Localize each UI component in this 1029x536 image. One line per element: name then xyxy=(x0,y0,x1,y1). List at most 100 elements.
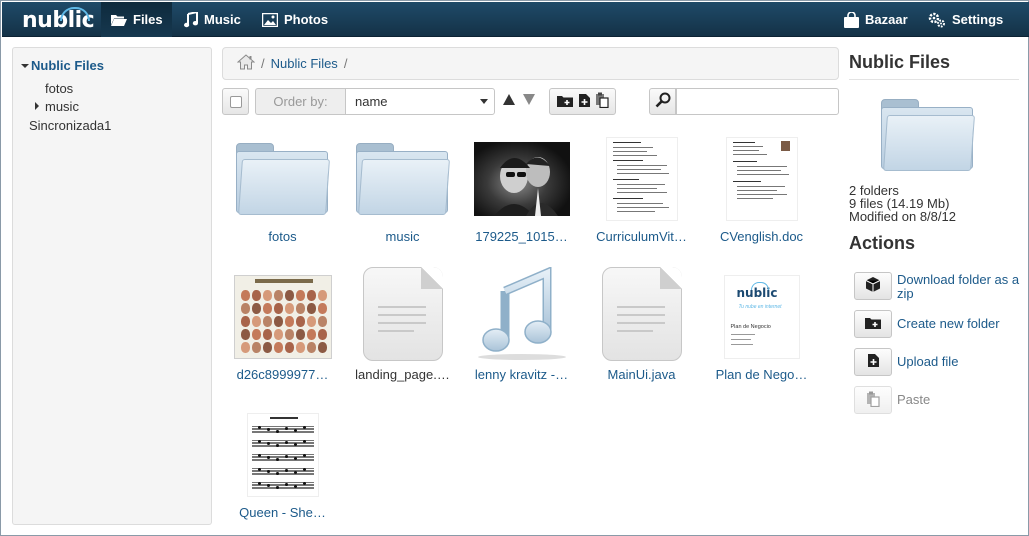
sheet-music-thumbnail xyxy=(231,413,334,497)
search-button[interactable] xyxy=(649,88,676,115)
file-name: Plan de Nego… xyxy=(715,367,808,382)
folder-icon xyxy=(351,137,454,221)
modified-date: Modified on 8/8/12 xyxy=(849,209,956,224)
photo-thumbnail xyxy=(470,137,573,221)
breadcrumb-separator: / xyxy=(343,56,348,71)
order-by-select[interactable]: name xyxy=(345,88,495,115)
search-icon xyxy=(655,92,671,111)
folder-open-icon xyxy=(110,13,127,27)
download-zip-label[interactable]: Download folder as a zip xyxy=(897,273,1023,301)
sort-descending-icon[interactable] xyxy=(523,94,535,105)
app-window: nublic Files Music Photos Bazaar Setting… xyxy=(0,0,1029,536)
music-note-icon xyxy=(470,267,573,361)
file-name: fotos xyxy=(268,229,297,244)
paste-button[interactable] xyxy=(854,386,892,414)
nav-settings[interactable]: Settings xyxy=(919,2,1012,37)
tree-item-label: fotos xyxy=(45,81,74,96)
nav-music-label: Music xyxy=(204,12,241,27)
nav-photos-label: Photos xyxy=(284,12,329,27)
top-navigation-bar: nublic Files Music Photos Bazaar Setting… xyxy=(2,2,1029,37)
nublic-logo[interactable]: nublic xyxy=(22,5,95,35)
tree-item-sincronizada1[interactable]: Sincronizada1 xyxy=(29,118,111,133)
folder-tree-sidebar: Nublic Files fotos music Sincronizada1 xyxy=(12,47,212,525)
file-name: lenny kravitz -… xyxy=(474,367,569,382)
file-tile[interactable]: landing_page.… xyxy=(345,267,460,387)
file-name: landing_page.… xyxy=(355,367,450,382)
file-name: d26c8999977… xyxy=(236,367,329,382)
nav-photos[interactable]: Photos xyxy=(253,2,337,37)
file-name: 179225_1015… xyxy=(475,229,568,244)
caret-right-icon[interactable] xyxy=(35,102,39,110)
file-tile[interactable]: nublic Tu nube en internet Plan de Negoc… xyxy=(704,275,819,395)
document-thumbnail xyxy=(590,137,693,221)
image-thumbnail xyxy=(231,275,334,359)
tree-item-label: Nublic Files xyxy=(31,58,104,73)
select-all-checkbox[interactable] xyxy=(222,88,249,115)
file-tile[interactable]: Queen - She… xyxy=(225,413,340,533)
text-file-icon xyxy=(351,267,454,361)
music-note-icon xyxy=(184,11,198,28)
tree-item-fotos[interactable]: fotos xyxy=(45,81,73,96)
create-folder-label[interactable]: Create new folder xyxy=(897,317,1000,331)
text-file-icon xyxy=(590,267,693,361)
folder-actions-toolbar xyxy=(549,88,616,115)
file-tile[interactable]: d26c8999977… xyxy=(225,275,340,395)
file-name: MainUi.java xyxy=(607,367,676,382)
picture-icon xyxy=(262,12,278,27)
upload-file-button[interactable] xyxy=(854,348,892,376)
file-tile[interactable]: CurriculumVit… xyxy=(584,137,699,257)
file-name: Queen - She… xyxy=(239,505,326,520)
paste-icon[interactable] xyxy=(595,92,609,111)
actions-title: Actions xyxy=(849,233,916,253)
order-by-value: name xyxy=(355,94,388,109)
new-folder-icon[interactable] xyxy=(556,93,574,111)
order-by-label: Order by: xyxy=(255,88,345,115)
file-tile[interactable]: fotos xyxy=(225,137,340,257)
document-thumbnail: nublic Tu nube en internet Plan de Negoc… xyxy=(710,275,813,359)
divider xyxy=(849,79,1019,80)
file-name: CVenglish.doc xyxy=(719,229,804,244)
cloud-icon xyxy=(750,282,769,290)
file-name: CurriculumVit… xyxy=(596,229,687,244)
search-input[interactable] xyxy=(676,88,839,115)
tree-item-label: Sincronizada1 xyxy=(29,118,112,133)
nav-files[interactable]: Files xyxy=(101,2,172,37)
shopping-bag-icon xyxy=(844,11,859,28)
caret-down-icon[interactable] xyxy=(21,64,29,68)
tree-item-music[interactable]: music xyxy=(35,99,79,114)
upload-file-icon xyxy=(867,353,880,371)
file-tile[interactable]: MainUi.java xyxy=(584,267,699,387)
folder-icon xyxy=(881,99,975,171)
breadcrumb: / Nublic Files / xyxy=(222,47,839,80)
sort-ascending-icon[interactable] xyxy=(503,94,515,105)
download-zip-button[interactable] xyxy=(854,272,892,300)
upload-file-label[interactable]: Upload file xyxy=(897,355,958,369)
plan-tagline: Tu nube en internet xyxy=(738,304,782,310)
checkbox-icon xyxy=(229,95,242,108)
cogs-icon xyxy=(928,12,946,28)
nav-files-label: Files xyxy=(133,12,163,27)
paste-label[interactable]: Paste xyxy=(897,393,930,407)
file-tile[interactable]: music xyxy=(345,137,460,257)
home-icon[interactable] xyxy=(236,54,256,73)
file-tile[interactable]: lenny kravitz -… xyxy=(464,267,579,387)
nav-music[interactable]: Music xyxy=(175,2,250,37)
box-icon xyxy=(865,276,881,296)
plan-heading: Plan de Negocio xyxy=(730,324,771,330)
breadcrumb-nublic-files[interactable]: Nublic Files xyxy=(271,56,338,71)
panel-title: Nublic Files xyxy=(849,52,951,72)
breadcrumb-separator: / xyxy=(261,56,265,71)
tree-item-label: music xyxy=(45,99,79,114)
nav-bazaar-label: Bazaar xyxy=(865,12,908,27)
upload-file-icon[interactable] xyxy=(578,93,591,111)
create-folder-button[interactable] xyxy=(854,310,892,338)
file-tile[interactable]: 179225_1015… xyxy=(464,137,579,257)
nav-bazaar[interactable]: Bazaar xyxy=(835,2,917,37)
folder-icon xyxy=(231,137,334,221)
tree-item-nublic-files[interactable]: Nublic Files xyxy=(21,58,104,73)
new-folder-icon xyxy=(864,315,882,333)
document-thumbnail xyxy=(710,137,813,221)
file-name: music xyxy=(385,229,420,244)
paste-icon xyxy=(866,391,880,410)
file-tile[interactable]: CVenglish.doc xyxy=(704,137,819,257)
